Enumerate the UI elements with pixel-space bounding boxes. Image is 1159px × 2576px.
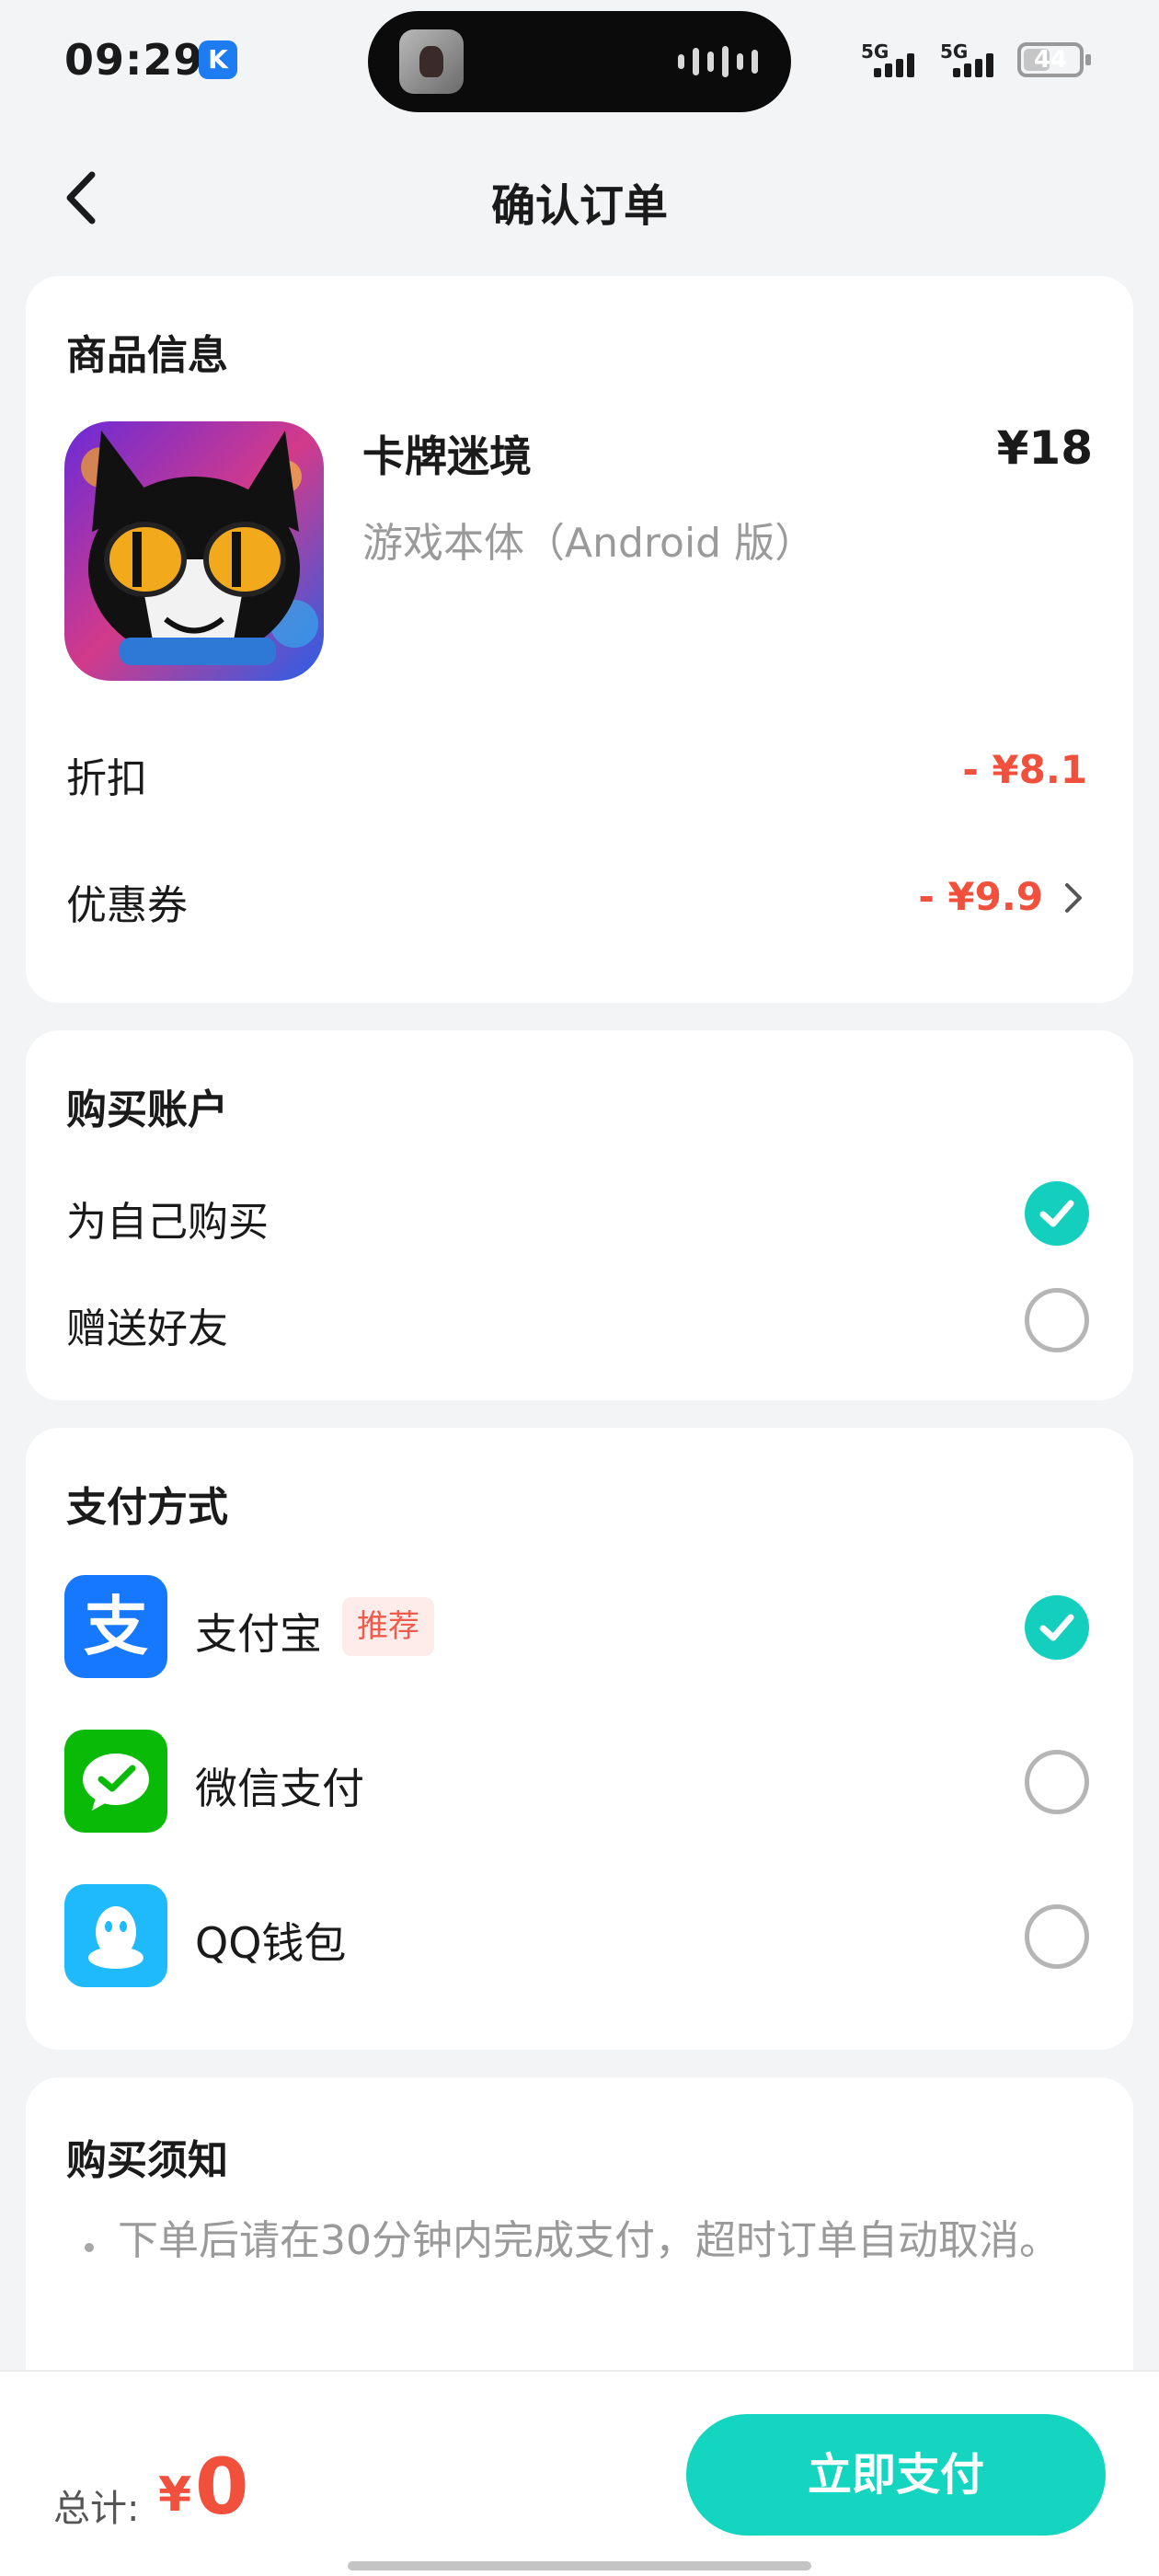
status-time: 09:29 — [64, 35, 204, 85]
k-app-badge-icon: K — [199, 40, 237, 79]
page-header: 确认订单 — [0, 147, 1159, 248]
section-title-account: 购买账户 — [66, 1087, 228, 1133]
audio-wave-icon — [678, 46, 758, 77]
product-edition: 游戏本体（Android 版） — [362, 520, 816, 567]
total-currency: ¥ — [158, 2467, 192, 2523]
payment-option-wechat[interactable]: 微信支付 — [26, 1730, 1133, 1833]
game-cover-image — [64, 421, 324, 681]
bullet-dot — [85, 2243, 94, 2252]
battery-level: 44 — [1033, 46, 1068, 74]
payment-method-card: 支付方式 支 支付宝 推荐 微信支付 QQ钱包 — [26, 1428, 1133, 2050]
account-option-self[interactable]: 为自己购买 — [26, 1168, 1133, 1260]
radio-unselected-icon[interactable] — [1025, 1750, 1089, 1814]
discount-label: 折扣 — [66, 755, 147, 802]
coupon-row[interactable]: 优惠券 - ¥9.9 — [26, 846, 1133, 975]
alipay-icon: 支 — [64, 1575, 167, 1678]
account-option-label: 为自己购买 — [66, 1199, 269, 1246]
radio-selected-icon[interactable] — [1025, 1181, 1089, 1246]
signal-sim1-icon: 5G — [861, 40, 929, 77]
payment-option-qq[interactable]: QQ钱包 — [26, 1884, 1133, 1987]
payment-option-alipay[interactable]: 支 支付宝 推荐 — [26, 1575, 1133, 1678]
account-option-label: 赠送好友 — [66, 1305, 228, 1352]
wechat-pay-icon — [64, 1730, 167, 1833]
recommend-badge: 推荐 — [342, 1597, 434, 1656]
status-bar: 09:29 K 5G 5G 44 — [0, 0, 1159, 129]
payment-label: 微信支付 — [195, 1764, 364, 1813]
chevron-right-icon — [1065, 883, 1082, 913]
account-option-gift[interactable]: 赠送好友 — [26, 1275, 1133, 1367]
section-title-payment: 支付方式 — [66, 1484, 228, 1531]
notice-item: 下单后请在30分钟内完成支付，超时订单自动取消。 — [118, 2217, 1060, 2264]
battery-icon: 44 — [1017, 42, 1091, 77]
product-info-card: 商品信息 卡牌迷境 ¥18 游戏本体（Android 版） 折扣 - ¥8.1 … — [26, 276, 1133, 1003]
discount-value: - ¥8.1 — [962, 747, 1087, 792]
coupon-value: - ¥9.9 — [918, 874, 1043, 919]
pay-now-button[interactable]: 立即支付 — [686, 2414, 1106, 2536]
payment-label: 支付宝 — [195, 1609, 322, 1659]
now-playing-thumbnail — [399, 29, 464, 94]
page-title: 确认订单 — [490, 180, 668, 232]
checkout-bar: 总计: ¥ 0 立即支付 — [0, 2370, 1159, 2576]
radio-unselected-icon[interactable] — [1025, 1904, 1089, 1969]
total-amount: 0 — [195, 2442, 249, 2532]
svg-text:支: 支 — [84, 1589, 148, 1664]
radio-unselected-icon[interactable] — [1025, 1288, 1089, 1352]
coupon-label: 优惠券 — [66, 882, 188, 929]
purchase-account-card: 购买账户 为自己购买 赠送好友 — [26, 1030, 1133, 1400]
product-name: 卡牌迷境 — [362, 431, 532, 481]
qq-wallet-icon — [64, 1884, 167, 1987]
product-price: ¥18 — [996, 421, 1093, 475]
total-label: 总计: — [53, 2488, 140, 2530]
radio-selected-icon[interactable] — [1025, 1595, 1089, 1660]
signal-sim2-icon: 5G — [940, 40, 1008, 77]
section-title-product: 商品信息 — [66, 332, 228, 379]
payment-label: QQ钱包 — [195, 1918, 347, 1968]
section-title-notice: 购买须知 — [66, 2137, 228, 2184]
dynamic-island[interactable] — [368, 11, 791, 112]
home-indicator[interactable] — [348, 2561, 811, 2570]
